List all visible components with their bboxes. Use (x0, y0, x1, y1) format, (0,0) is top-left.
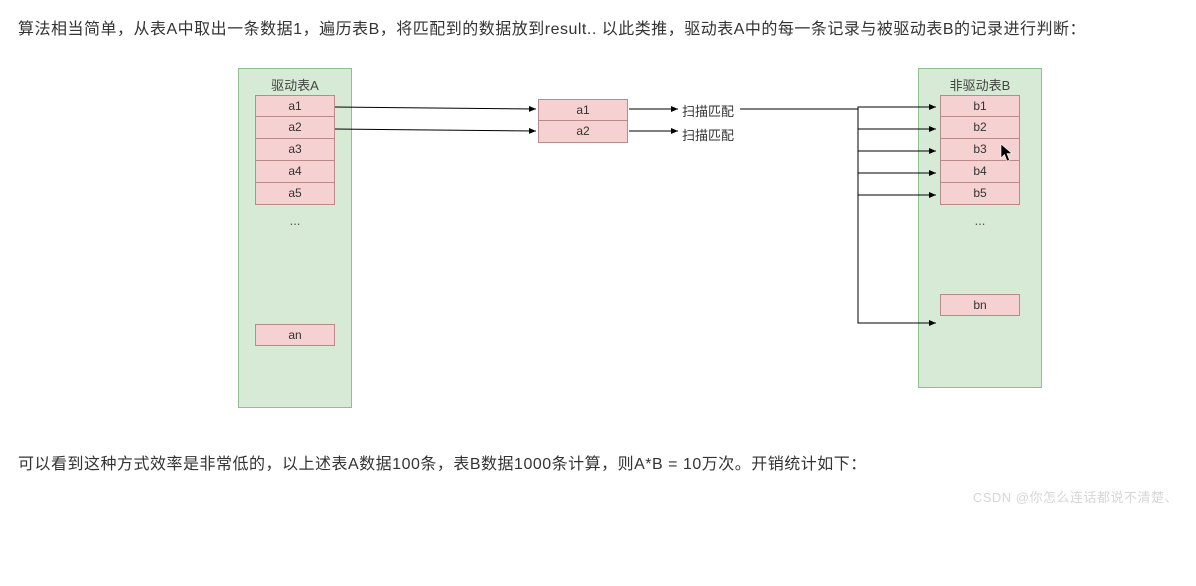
cell-b2: b2 (940, 117, 1020, 139)
watermark: CSDN @你怎么连话都说不清楚、 (973, 487, 1178, 506)
mid-cell-a1: a1 (538, 99, 628, 121)
panel-non-driver-b: 非驱动表B b1 b2 b3 b4 b5 ... bn (918, 68, 1042, 388)
panel-a-title: 驱动表A (239, 75, 351, 94)
mid-block: a1 a2 (538, 99, 628, 143)
scan-label-1: 扫描匹配 (682, 101, 734, 120)
dots-b: ... (935, 205, 1025, 234)
cell-b1: b1 (940, 95, 1020, 117)
mid-cell-a2: a2 (538, 121, 628, 143)
cell-b3: b3 (940, 139, 1020, 161)
dots-a: ... (255, 205, 335, 234)
cell-a4: a4 (255, 161, 335, 183)
cell-a1: a1 (255, 95, 335, 117)
panel-b-title: 非驱动表B (919, 75, 1041, 94)
cell-b4: b4 (940, 161, 1020, 183)
cell-bn: bn (940, 294, 1020, 316)
cell-b5: b5 (940, 183, 1020, 205)
cell-a3: a3 (255, 139, 335, 161)
paragraph-intro: 算法相当简单，从表A中取出一条数据1，遍历表B，将匹配到的数据放到result.… (18, 16, 1178, 45)
scan-label-2: 扫描匹配 (682, 125, 734, 144)
cell-an: an (255, 324, 335, 346)
panel-driver-a: 驱动表A a1 a2 a3 a4 a5 ... an (238, 68, 352, 408)
paragraph-conclusion: 可以看到这种方式效率是非常低的，以上述表A数据100条，表B数据1000条计算，… (18, 451, 1178, 480)
cell-a2: a2 (255, 117, 335, 139)
diagram-container: 驱动表A a1 a2 a3 a4 a5 ... an a1 a2 扫描匹配 扫描… (98, 63, 1098, 433)
cell-a5: a5 (255, 183, 335, 205)
